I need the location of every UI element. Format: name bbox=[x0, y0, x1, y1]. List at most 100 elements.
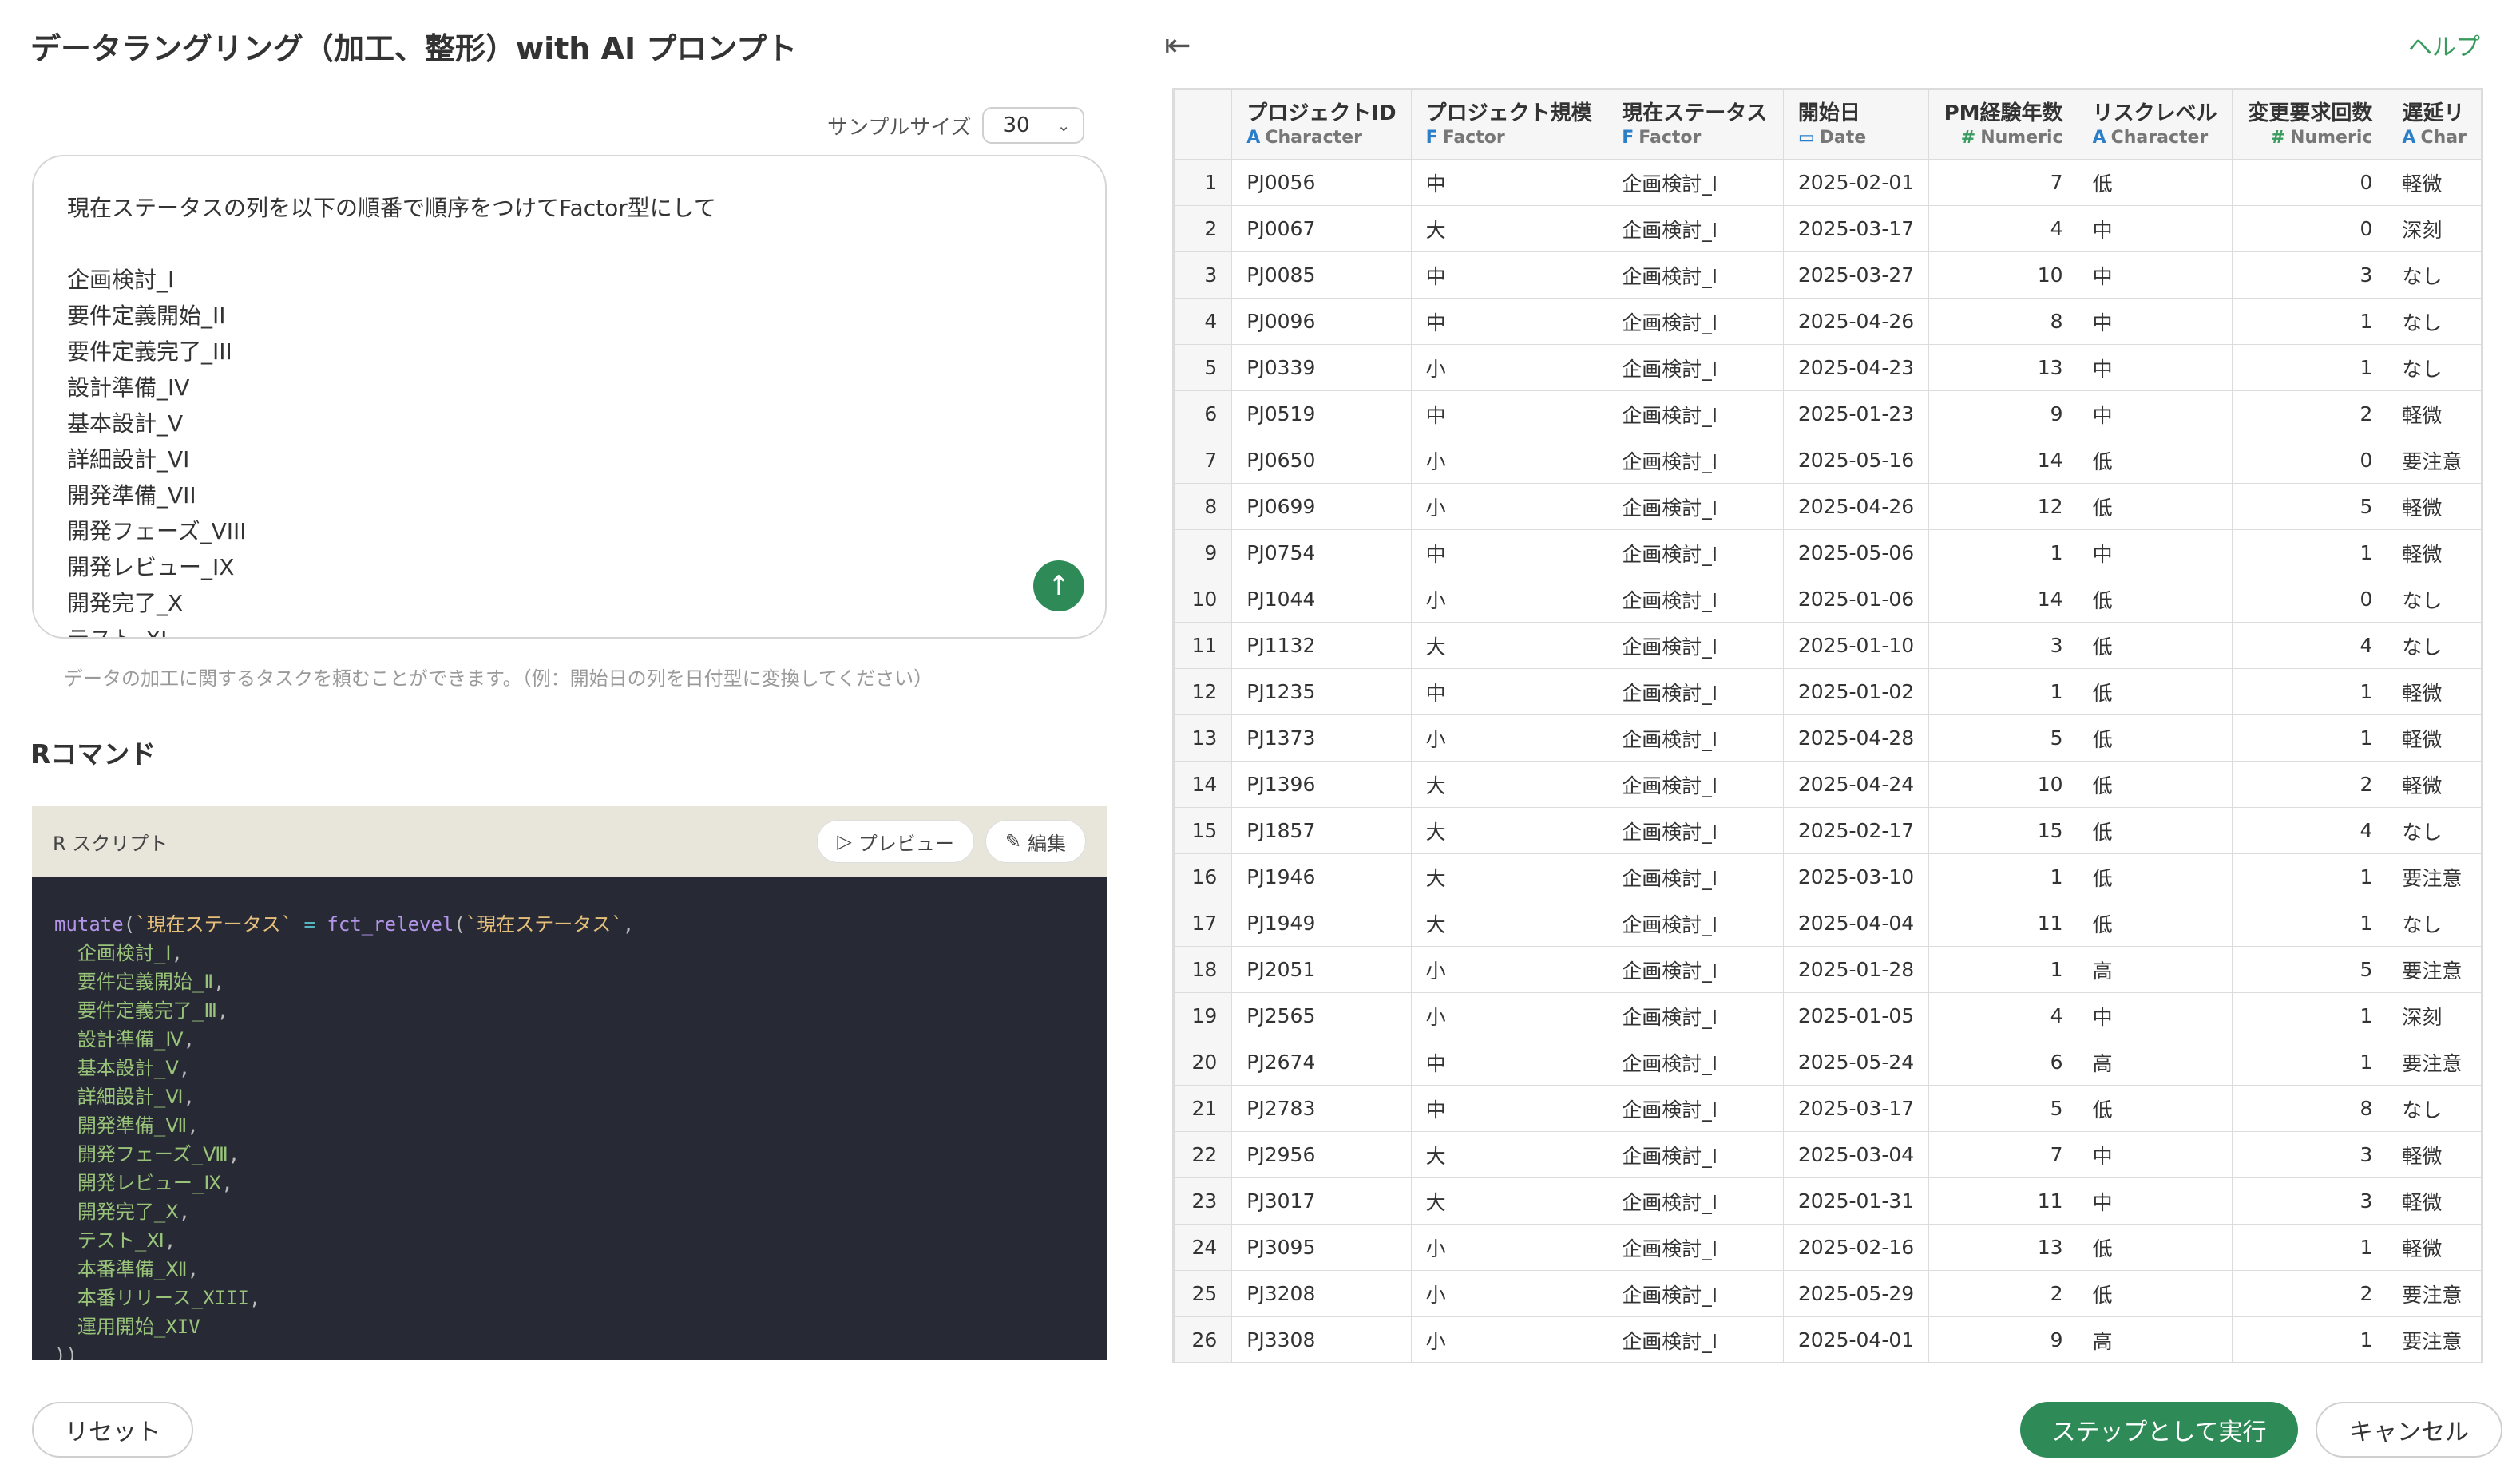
table-cell[interactable]: 5 bbox=[1928, 1085, 2078, 1132]
table-cell[interactable]: 中 bbox=[2077, 205, 2233, 252]
table-cell[interactable]: 小 bbox=[1410, 1224, 1608, 1271]
table-cell[interactable]: 企画検討_I bbox=[1607, 576, 1784, 623]
table-cell[interactable]: 低 bbox=[2077, 853, 2233, 900]
prompt-text[interactable]: 現在ステータスの列を以下の順番で順序をつけてFactor型にして 企画検討_I … bbox=[67, 190, 1009, 637]
table-cell[interactable]: 企画検討_I bbox=[1607, 483, 1784, 530]
table-cell[interactable]: 企画検討_I bbox=[1607, 1177, 1784, 1225]
table-cell[interactable]: PJ3208 bbox=[1231, 1270, 1412, 1317]
table-cell[interactable]: PJ2565 bbox=[1231, 992, 1412, 1039]
table-cell[interactable]: 大 bbox=[1410, 900, 1608, 947]
table-cell[interactable]: なし bbox=[2387, 900, 2482, 947]
table-cell[interactable]: 2025-04-28 bbox=[1782, 714, 1930, 762]
table-cell[interactable]: 5 bbox=[2232, 483, 2388, 530]
table-cell[interactable]: 中 bbox=[2077, 992, 2233, 1039]
table-cell[interactable]: 2025-02-17 bbox=[1782, 807, 1930, 854]
table-cell[interactable]: PJ2783 bbox=[1231, 1085, 1412, 1132]
table-cell[interactable]: 中 bbox=[1410, 1085, 1608, 1132]
table-cell[interactable]: PJ0519 bbox=[1231, 390, 1412, 437]
table-cell[interactable]: 大 bbox=[1410, 807, 1608, 854]
table-cell[interactable]: PJ1235 bbox=[1231, 668, 1412, 715]
table-cell[interactable]: 4 bbox=[2232, 622, 2388, 669]
table-cell[interactable]: なし bbox=[2387, 298, 2482, 345]
table-cell[interactable]: 企画検討_I bbox=[1607, 946, 1784, 993]
table-cell[interactable]: 企画検討_I bbox=[1607, 1224, 1784, 1271]
table-cell[interactable]: 軽微 bbox=[2387, 390, 2482, 437]
table-cell[interactable]: 2 bbox=[2232, 761, 2388, 808]
table-cell[interactable]: 0 bbox=[2232, 576, 2388, 623]
table-cell[interactable]: 8 bbox=[1928, 298, 2078, 345]
table-cell[interactable]: 8 bbox=[2232, 1085, 2388, 1132]
table-cell[interactable]: 低 bbox=[2077, 622, 2233, 669]
table-cell[interactable]: PJ3095 bbox=[1231, 1224, 1412, 1271]
table-cell[interactable]: 2025-01-28 bbox=[1782, 946, 1930, 993]
table-cell[interactable]: 軽微 bbox=[2387, 1131, 2482, 1178]
table-cell[interactable]: 1 bbox=[1928, 668, 2078, 715]
table-cell[interactable]: 2025-04-23 bbox=[1782, 344, 1930, 391]
table-cell[interactable]: 軽微 bbox=[2387, 714, 2482, 762]
table-cell[interactable]: 低 bbox=[2077, 900, 2233, 947]
table-cell[interactable]: 中 bbox=[1410, 159, 1608, 206]
table-cell[interactable]: 企画検討_I bbox=[1607, 1039, 1784, 1086]
table-cell[interactable]: 2025-04-24 bbox=[1782, 761, 1930, 808]
table-cell[interactable]: 低 bbox=[2077, 483, 2233, 530]
table-cell[interactable]: 低 bbox=[2077, 1270, 2233, 1317]
table-cell[interactable]: 小 bbox=[1410, 344, 1608, 391]
table-cell[interactable]: 2025-04-26 bbox=[1782, 483, 1930, 530]
table-cell[interactable]: 2025-04-04 bbox=[1782, 900, 1930, 947]
table-cell[interactable]: 中 bbox=[2077, 298, 2233, 345]
table-cell[interactable]: 軽微 bbox=[2387, 483, 2482, 530]
table-cell[interactable]: 7 bbox=[1928, 159, 2078, 206]
table-cell[interactable]: 企画検討_I bbox=[1607, 390, 1784, 437]
table-cell[interactable]: PJ1396 bbox=[1231, 761, 1412, 808]
table-cell[interactable]: なし bbox=[2387, 344, 2482, 391]
table-cell[interactable]: 企画検討_I bbox=[1607, 251, 1784, 299]
table-cell[interactable]: なし bbox=[2387, 251, 2482, 299]
table-cell[interactable]: 企画検討_I bbox=[1607, 807, 1784, 854]
table-cell[interactable]: PJ2674 bbox=[1231, 1039, 1412, 1086]
table-cell[interactable]: 9 bbox=[1928, 390, 2078, 437]
column-header[interactable]: 開始日 ▭ Date bbox=[1782, 89, 1930, 160]
table-cell[interactable]: 2025-02-16 bbox=[1782, 1224, 1930, 1271]
table-cell[interactable]: 中 bbox=[2077, 344, 2233, 391]
table-cell[interactable]: 中 bbox=[2077, 1131, 2233, 1178]
table-cell[interactable]: 2 bbox=[1928, 1270, 2078, 1317]
table-cell[interactable]: 9 bbox=[1928, 1316, 2078, 1362]
send-button[interactable]: ↑ bbox=[1033, 560, 1084, 611]
table-cell[interactable]: 企画検討_I bbox=[1607, 992, 1784, 1039]
table-cell[interactable]: 13 bbox=[1928, 344, 2078, 391]
table-cell[interactable]: 中 bbox=[1410, 251, 1608, 299]
table-cell[interactable]: 大 bbox=[1410, 853, 1608, 900]
table-cell[interactable]: 低 bbox=[2077, 437, 2233, 484]
table-cell[interactable]: 高 bbox=[2077, 1039, 2233, 1086]
table-cell[interactable]: 2025-03-10 bbox=[1782, 853, 1930, 900]
table-cell[interactable]: 大 bbox=[1410, 1131, 1608, 1178]
cancel-button[interactable]: キャンセル bbox=[2316, 1402, 2502, 1458]
table-cell[interactable]: 軽微 bbox=[2387, 159, 2482, 206]
table-cell[interactable]: 小 bbox=[1410, 437, 1608, 484]
table-cell[interactable]: 4 bbox=[1928, 205, 2078, 252]
table-cell[interactable]: 12 bbox=[1928, 483, 2078, 530]
table-cell[interactable]: 軽微 bbox=[2387, 529, 2482, 576]
column-header[interactable]: PM経験年数 # Numeric bbox=[1928, 89, 2078, 160]
table-cell[interactable]: 7 bbox=[1928, 1131, 2078, 1178]
table-cell[interactable]: 要注意 bbox=[2387, 1316, 2482, 1362]
table-cell[interactable]: PJ3308 bbox=[1231, 1316, 1412, 1362]
table-cell[interactable]: 2025-02-01 bbox=[1782, 159, 1930, 206]
table-cell[interactable]: 企画検討_I bbox=[1607, 622, 1784, 669]
table-cell[interactable]: PJ2956 bbox=[1231, 1131, 1412, 1178]
table-cell[interactable]: 深刻 bbox=[2387, 205, 2482, 252]
table-cell[interactable]: 企画検討_I bbox=[1607, 714, 1784, 762]
table-cell[interactable]: 2025-03-04 bbox=[1782, 1131, 1930, 1178]
table-cell[interactable]: 5 bbox=[2232, 946, 2388, 993]
table-cell[interactable]: PJ0754 bbox=[1231, 529, 1412, 576]
table-cell[interactable]: 2025-01-02 bbox=[1782, 668, 1930, 715]
table-cell[interactable]: 14 bbox=[1928, 437, 2078, 484]
table-cell[interactable]: 1 bbox=[2232, 714, 2388, 762]
table-cell[interactable]: 企画検討_I bbox=[1607, 1316, 1784, 1362]
table-cell[interactable]: 要注意 bbox=[2387, 437, 2482, 484]
table-cell[interactable]: 1 bbox=[2232, 298, 2388, 345]
edit-button[interactable]: ✎ 編集 bbox=[985, 820, 1086, 863]
table-cell[interactable]: 中 bbox=[1410, 529, 1608, 576]
table-cell[interactable]: 低 bbox=[2077, 576, 2233, 623]
table-cell[interactable]: 小 bbox=[1410, 946, 1608, 993]
